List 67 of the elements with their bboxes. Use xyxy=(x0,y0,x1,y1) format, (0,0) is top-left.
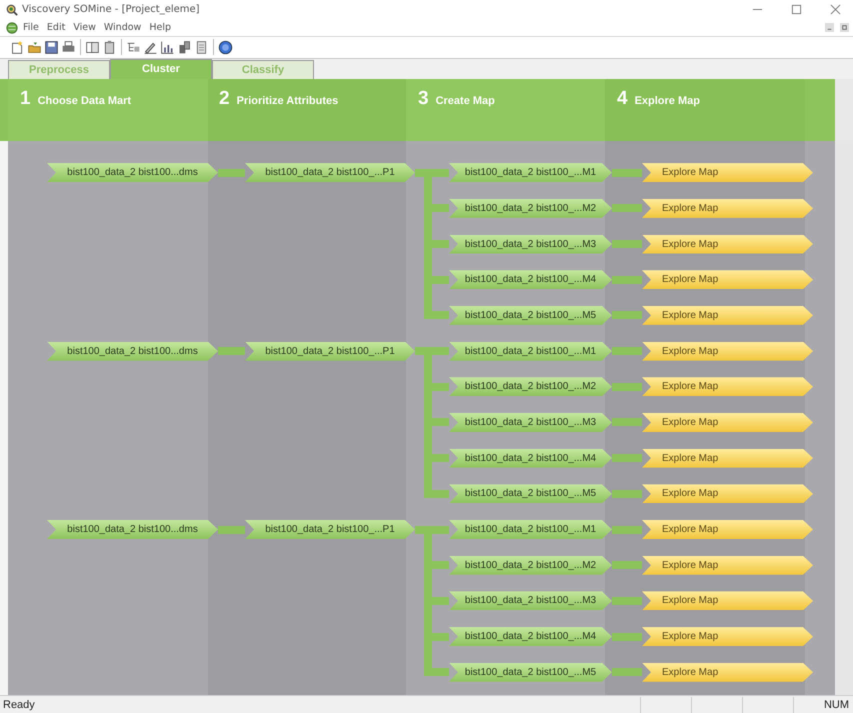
explore-map-node[interactable]: Explore Map xyxy=(642,198,813,218)
explore-map-node[interactable]: Explore Map xyxy=(642,448,813,468)
map-node[interactable]: bist100_data_2 bist100_...M3 xyxy=(449,412,612,432)
document-icon[interactable] xyxy=(194,40,209,55)
save-icon[interactable] xyxy=(44,40,59,55)
attributes-node[interactable]: bist100_data_2 bist100_...P1 xyxy=(245,163,415,182)
explore-map-node[interactable]: Explore Map xyxy=(642,306,813,325)
map-node[interactable]: bist100_data_2 bist100_...M2 xyxy=(449,556,612,575)
step-title: Create Map xyxy=(436,94,495,107)
map-node[interactable]: bist100_data_2 bist100_...M1 xyxy=(449,163,612,182)
map-node[interactable]: bist100_data_2 bist100_...M3 xyxy=(449,234,612,254)
paste-icon[interactable] xyxy=(102,40,117,55)
mdi-restore-icon[interactable] xyxy=(840,23,849,32)
num-lock-indicator: NUM xyxy=(792,696,853,712)
map-node[interactable]: bist100_data_2 bist100_...M4 xyxy=(449,627,612,646)
map-node[interactable]: bist100_data_2 bist100_...M2 xyxy=(449,198,612,218)
explore-map-node[interactable]: Explore Map xyxy=(642,342,813,361)
step-number: 1 xyxy=(20,88,31,110)
step-title: Explore Map xyxy=(634,94,700,107)
bar-chart-icon[interactable] xyxy=(160,40,175,55)
mdi-minimize-icon[interactable] xyxy=(825,23,834,32)
map-node[interactable]: bist100_data_2 bist100_...M2 xyxy=(449,377,612,396)
database-icon[interactable] xyxy=(177,40,192,55)
data-mart-node[interactable]: bist100_data_2 bist100...dms xyxy=(47,520,218,540)
explore-map-node[interactable]: Explore Map xyxy=(642,627,813,646)
explore-map-node[interactable]: Explore Map xyxy=(642,412,813,432)
globe-icon xyxy=(6,22,18,34)
step-title: Choose Data Mart xyxy=(38,94,132,107)
explore-map-node[interactable]: Explore Map xyxy=(642,270,813,290)
explore-map-node[interactable]: Explore Map xyxy=(642,591,813,610)
status-message: Ready xyxy=(2,698,35,710)
open-folder-icon[interactable] xyxy=(27,40,42,55)
step-title: Prioritize Attributes xyxy=(236,94,338,107)
map-node[interactable]: bist100_data_2 bist100_...M5 xyxy=(449,484,612,504)
step-number: 4 xyxy=(617,88,628,110)
map-node[interactable]: bist100_data_2 bist100_...M4 xyxy=(449,270,612,290)
step-number: 2 xyxy=(219,88,230,110)
help-icon[interactable] xyxy=(218,40,233,55)
explore-map-node[interactable]: Explore Map xyxy=(642,234,813,254)
window-title: Viscovery SOMine - [Project_eleme] xyxy=(22,4,200,16)
map-node[interactable]: bist100_data_2 bist100_...M1 xyxy=(449,342,612,361)
menu-item[interactable]: Window xyxy=(100,22,144,34)
map-node[interactable]: bist100_data_2 bist100_...M5 xyxy=(449,662,612,682)
menu-item[interactable]: View xyxy=(70,22,99,34)
explore-map-node[interactable]: Explore Map xyxy=(642,520,813,540)
map-node[interactable]: bist100_data_2 bist100_...M3 xyxy=(449,591,612,610)
copy-icon[interactable] xyxy=(85,40,100,55)
close-icon[interactable] xyxy=(830,4,841,16)
menu-item[interactable]: Help xyxy=(146,22,174,34)
menu-item[interactable]: Edit xyxy=(44,22,68,34)
map-node[interactable]: bist100_data_2 bist100_...M4 xyxy=(449,448,612,468)
data-mart-node[interactable]: bist100_data_2 bist100...dms xyxy=(47,342,218,361)
map-node[interactable]: bist100_data_2 bist100_...M5 xyxy=(449,306,612,325)
menu-item[interactable]: File xyxy=(20,22,42,34)
step-number: 3 xyxy=(418,88,429,110)
attributes-node[interactable]: bist100_data_2 bist100_...P1 xyxy=(245,342,415,361)
explore-map-node[interactable]: Explore Map xyxy=(642,163,813,182)
attributes-node[interactable]: bist100_data_2 bist100_...P1 xyxy=(245,520,415,540)
explore-map-node[interactable]: Explore Map xyxy=(642,484,813,504)
explore-map-node[interactable]: Explore Map xyxy=(642,662,813,682)
map-node[interactable]: bist100_data_2 bist100_...M1 xyxy=(449,520,612,540)
magnifier-icon xyxy=(6,4,18,16)
explore-map-node[interactable]: Explore Map xyxy=(642,556,813,575)
maximize-icon[interactable] xyxy=(791,4,802,16)
data-mart-node[interactable]: bist100_data_2 bist100...dms xyxy=(47,163,218,182)
explore-map-node[interactable]: Explore Map xyxy=(642,377,813,396)
new-file-icon[interactable] xyxy=(10,40,25,55)
